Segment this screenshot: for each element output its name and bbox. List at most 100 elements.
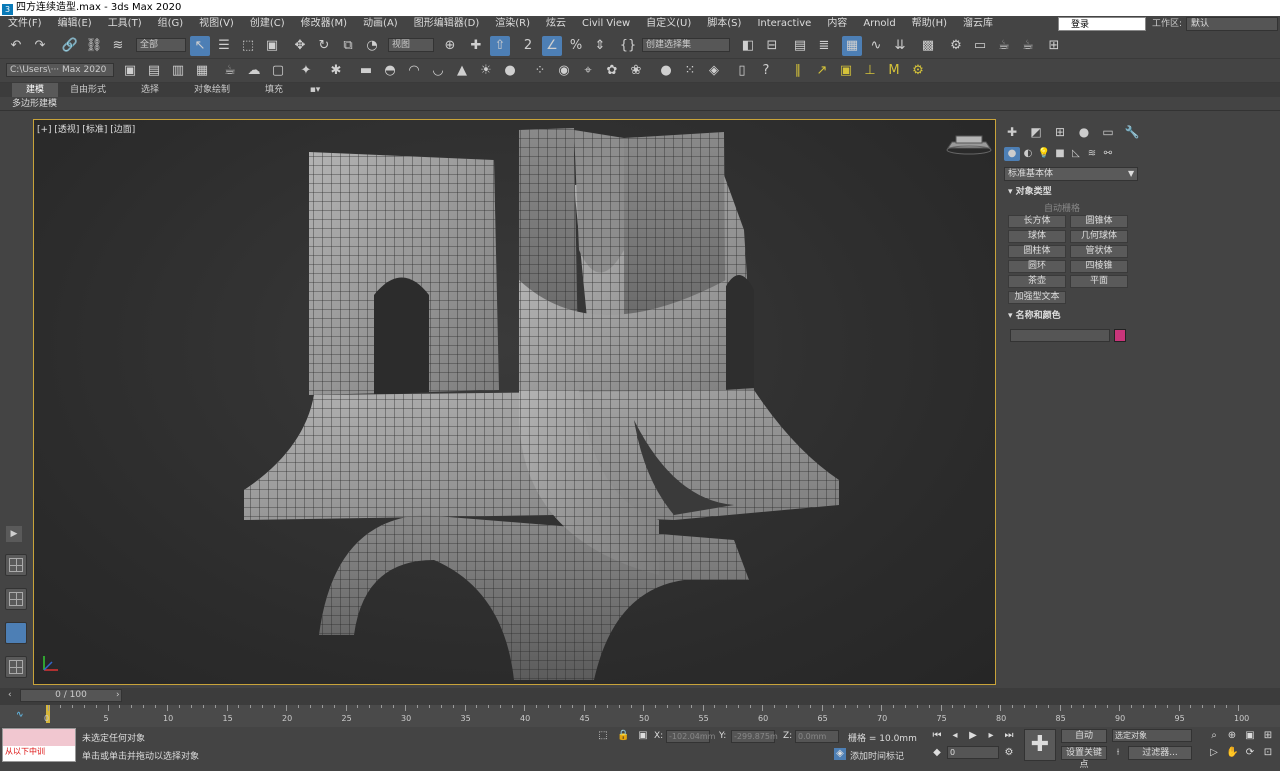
camera-rig-icon[interactable]: ⌖ — [578, 61, 598, 81]
bug-icon[interactable]: ✱ — [326, 61, 346, 81]
time-slider[interactable]: 0 / 100 ‹ › — [0, 688, 1280, 705]
spacewarps-icon[interactable]: ≋ — [1084, 147, 1100, 161]
torus-button[interactable]: 圆环 — [1008, 260, 1066, 273]
selection-filter-select[interactable]: 全部 — [136, 38, 186, 52]
y-coord-field[interactable]: -299.875m — [731, 730, 778, 743]
maximize-viewport-icon[interactable]: ⊡ — [1262, 747, 1274, 759]
cameras-icon[interactable]: ■ — [1052, 147, 1068, 161]
rendered-frame-icon[interactable]: ▭ — [970, 36, 990, 56]
scene-explorer-icon[interactable]: ▤ — [790, 36, 810, 56]
menu-arnold[interactable]: Arnold — [855, 16, 903, 32]
set-key-plus-icon[interactable]: ✚ — [1024, 729, 1056, 761]
sphere-icon[interactable]: ● — [500, 61, 520, 81]
layer-explorer-icon[interactable]: ≣ — [814, 36, 834, 56]
expand-layouts-icon[interactable]: ▶ — [6, 526, 22, 542]
stand-script-icon[interactable]: ⊥ — [860, 61, 880, 81]
modify-tab-icon[interactable]: ◩ — [1026, 123, 1046, 141]
window-crossing-icon[interactable]: ▣ — [262, 36, 282, 56]
m-script-icon[interactable]: M — [884, 61, 904, 81]
layout-split-icon[interactable] — [5, 588, 27, 610]
key-filters-button[interactable]: 过滤器... — [1128, 746, 1192, 760]
grass-icon[interactable]: ❀ — [626, 61, 646, 81]
tab-populate[interactable]: 填充 — [252, 83, 296, 97]
render-setup-icon[interactable]: ⚙ — [946, 36, 966, 56]
viewcube[interactable] — [946, 135, 992, 155]
menu-rendering[interactable]: 渲染(R) — [487, 16, 538, 32]
object-type-rollout[interactable]: ▾ 对象类型 — [1004, 185, 1132, 199]
textplus-button[interactable]: 加强型文本 — [1008, 291, 1066, 304]
zoom-extents-icon[interactable]: ▣ — [1244, 730, 1256, 742]
mirror-icon[interactable]: ◧ — [738, 36, 758, 56]
workspace-select[interactable]: 默认 — [1186, 17, 1278, 31]
prev-frame-icon[interactable]: ‹ — [8, 690, 12, 700]
cone-button[interactable]: 圆锥体 — [1070, 215, 1128, 228]
next-frame-icon[interactable]: › — [116, 690, 120, 700]
named-selection-select[interactable]: 创建选择集 — [642, 38, 730, 52]
menu-interactive[interactable]: Interactive — [749, 16, 819, 32]
auto-key-button[interactable]: 自动 — [1061, 729, 1107, 743]
menu-customize[interactable]: 自定义(U) — [638, 16, 699, 32]
next-key-icon[interactable]: ▸ — [985, 730, 997, 742]
lock-selection-icon[interactable]: 🔒 — [617, 730, 629, 742]
align-icon[interactable]: ⊟ — [762, 36, 782, 56]
key-filter-select[interactable]: 选定对象 — [1112, 729, 1192, 742]
rect-selection-icon[interactable]: ⬚ — [238, 36, 258, 56]
pause-script-icon[interactable]: ∥ — [788, 61, 808, 81]
render-elements-icon[interactable]: ◈ — [704, 61, 724, 81]
polygon-modeling-label[interactable]: 多边形建模 — [12, 97, 57, 111]
key-tangent-icon[interactable]: ⟊ — [1112, 747, 1124, 759]
prev-key-icon[interactable]: ◂ — [949, 730, 961, 742]
project-open-icon[interactable]: ▤ — [144, 61, 164, 81]
absolute-mode-icon[interactable]: ▣ — [637, 730, 649, 742]
teapot-icon[interactable]: ☕ — [220, 61, 240, 81]
set-key-button[interactable]: 设置关键点 — [1061, 746, 1107, 770]
render-a360-icon[interactable]: ⊞ — [1044, 36, 1064, 56]
angle-snap-icon[interactable]: ∠ — [542, 36, 562, 56]
lights-icon[interactable]: 💡 — [1036, 147, 1052, 161]
helpers-icon[interactable]: ◺ — [1068, 147, 1084, 161]
tab-selection[interactable]: 选择 — [128, 83, 172, 97]
cone-icon[interactable]: ▲ — [452, 61, 472, 81]
pyramid-button[interactable]: 四棱锥 — [1070, 260, 1128, 273]
menu-liuyunku[interactable]: 溜云库 — [955, 16, 1001, 32]
create-tab-icon[interactable]: ✚ — [1002, 123, 1022, 141]
object-name-input[interactable] — [1010, 329, 1110, 342]
clipboard-icon[interactable]: ▯ — [732, 61, 752, 81]
bowl-icon[interactable]: ◡ — [428, 61, 448, 81]
hierarchy-tab-icon[interactable]: ⊞ — [1050, 123, 1070, 141]
curve-script-icon[interactable]: ↗ — [812, 61, 832, 81]
dome-icon[interactable]: ◠ — [404, 61, 424, 81]
menu-animation[interactable]: 动画(A) — [355, 16, 406, 32]
display-tab-icon[interactable]: ▭ — [1098, 123, 1118, 141]
box-button[interactable]: 长方体 — [1008, 215, 1066, 228]
menu-graph-editors[interactable]: 图形编辑器(D) — [406, 16, 488, 32]
tab-freeform[interactable]: 自由形式 — [62, 83, 114, 97]
utilities-tab-icon[interactable]: 🔧 — [1122, 123, 1142, 141]
color-palette-icon[interactable]: ⁙ — [680, 61, 700, 81]
geosphere-button[interactable]: 几何球体 — [1070, 230, 1128, 243]
bind-spacewarp-icon[interactable]: ≋ — [108, 36, 128, 56]
project-settings-icon[interactable]: ▦ — [192, 61, 212, 81]
menu-tools[interactable]: 工具(T) — [100, 16, 150, 32]
select-by-name-icon[interactable]: ☰ — [214, 36, 234, 56]
name-color-rollout[interactable]: ▾ 名称和颜色 — [1004, 309, 1132, 323]
layout-four-icon[interactable] — [5, 554, 27, 576]
schematic-view-icon[interactable]: ⇊ — [890, 36, 910, 56]
frame-script-icon[interactable]: ▣ — [836, 61, 856, 81]
object-color-swatch[interactable] — [1114, 329, 1126, 342]
particles-icon[interactable]: ⁘ — [530, 61, 550, 81]
zoom-icon[interactable]: ⌕ — [1208, 730, 1220, 742]
sun-icon[interactable]: ☀ — [476, 61, 496, 81]
ribbon-options-icon[interactable]: ▪▾ — [304, 83, 326, 97]
sphere-button[interactable]: 球体 — [1008, 230, 1066, 243]
box-primitive-icon[interactable]: ▬ — [356, 61, 376, 81]
geometry-icon[interactable]: ● — [1004, 147, 1020, 161]
snap-toggle-icon[interactable]: 2 — [518, 36, 538, 56]
ribbon-toggle-icon[interactable]: ▦ — [842, 36, 862, 56]
field-of-view-icon[interactable]: ▷ — [1208, 747, 1220, 759]
layout-single-icon[interactable] — [5, 622, 27, 644]
link-icon[interactable]: 🔗 — [60, 36, 80, 56]
time-config-icon[interactable]: ⚙ — [1003, 747, 1015, 759]
select-manipulate-icon[interactable]: ✚ — [466, 36, 486, 56]
redo-icon[interactable]: ↷ — [30, 36, 50, 56]
